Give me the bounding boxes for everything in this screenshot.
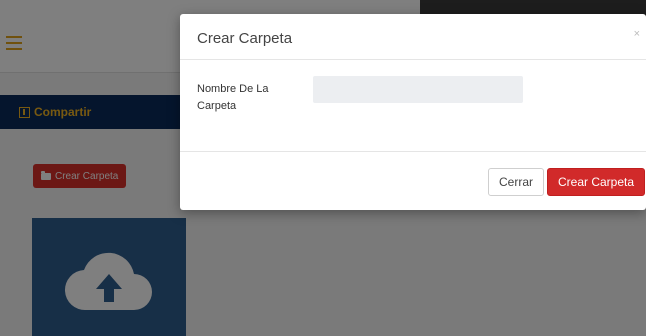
folder-name-label: Nombre De La Carpeta (197, 83, 269, 112)
create-folder-modal: Crear Carpeta × Nombre De La Carpeta Cer… (180, 14, 646, 210)
folder-name-input[interactable] (313, 76, 523, 103)
close-icon[interactable]: × (634, 28, 640, 40)
cancel-button[interactable]: Cerrar (488, 168, 545, 196)
modal-footer: Cerrar Crear Carpeta (180, 151, 646, 210)
create-folder-button[interactable]: Crear Carpeta (547, 168, 646, 196)
modal-header: Crear Carpeta × (180, 14, 646, 60)
modal-title: Crear Carpeta (197, 30, 293, 47)
